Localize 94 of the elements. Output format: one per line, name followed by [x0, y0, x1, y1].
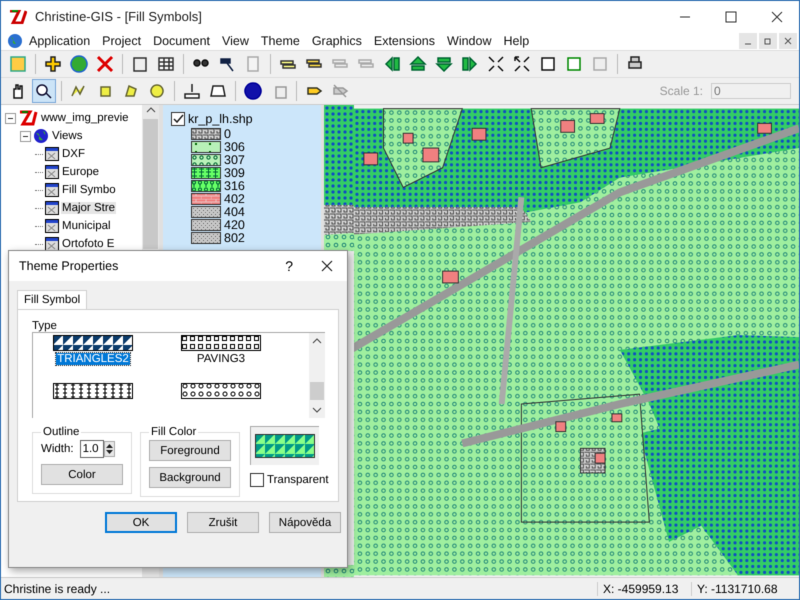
- color-button[interactable]: Foreground: [149, 440, 231, 461]
- symbol-name[interactable]: TRIANGLES2: [56, 353, 130, 365]
- legend-label: 316: [224, 178, 245, 192]
- legend-label: 802: [224, 230, 245, 244]
- width-field[interactable]: 1.0: [80, 440, 104, 458]
- legend-label: 402: [224, 192, 245, 206]
- fill-swatch-icon: [191, 180, 221, 192]
- tree-item[interactable]: www_img_previe: [40, 112, 130, 124]
- y-coordinate: Y: -1131710.68: [691, 582, 785, 596]
- fill-swatch-icon: [191, 154, 221, 166]
- dialog-button[interactable]: Zrušit: [187, 512, 259, 533]
- globe-icon: [7, 33, 23, 49]
- globe-icon[interactable]: [68, 53, 90, 75]
- color-button[interactable]: Background: [149, 467, 231, 488]
- color-button[interactable]: Color: [41, 464, 123, 485]
- menu-item[interactable]: Help: [497, 34, 536, 48]
- app-logo-icon: [9, 10, 27, 24]
- cross-icon[interactable]: [94, 53, 116, 75]
- scroll-up-icon[interactable]: [146, 105, 156, 115]
- spin-buttons[interactable]: [104, 441, 115, 457]
- tree-item[interactable]: DXF: [61, 148, 86, 160]
- menu-item[interactable]: Window: [441, 34, 498, 48]
- scroll-thumb[interactable]: [143, 119, 158, 249]
- menu-item[interactable]: Extensions: [368, 34, 442, 48]
- tree-item[interactable]: Major Stre: [61, 202, 116, 214]
- legend-label: 420: [224, 218, 245, 232]
- layer-checkbox[interactable]: [171, 112, 185, 126]
- type-label: Type: [32, 320, 58, 332]
- tree-item[interactable]: Views: [51, 130, 84, 142]
- x-coordinate: X: -459959.13: [597, 582, 691, 596]
- status-message: Christine is ready ...: [3, 582, 112, 596]
- globe-icon: [33, 128, 49, 144]
- view-window-icon: [45, 183, 59, 197]
- mdi-restore-button[interactable]: [759, 33, 777, 49]
- close-icon[interactable]: [771, 10, 783, 22]
- scroll-up-icon[interactable]: [312, 337, 322, 345]
- menu-item[interactable]: Application: [23, 34, 96, 48]
- fill-pattern-icon[interactable]: [181, 335, 261, 351]
- dialog-button[interactable]: Nápověda: [269, 512, 341, 533]
- dialog-title: Theme Properties: [19, 259, 118, 273]
- symbol-name[interactable]: PAVING3: [196, 353, 246, 365]
- menu-item[interactable]: Graphics: [306, 34, 368, 48]
- fill-swatch-icon: [191, 192, 221, 204]
- view-window-icon: [45, 201, 59, 215]
- fill-pattern-icon[interactable]: [181, 383, 261, 399]
- close-icon[interactable]: [784, 37, 792, 45]
- checkbox-label: Transparent: [267, 474, 329, 486]
- fill-swatch-icon: [191, 232, 221, 244]
- fill-preview-icon: [255, 434, 315, 458]
- fill-swatch-icon: [191, 128, 221, 140]
- tree-item[interactable]: Fill Symbo: [61, 184, 117, 196]
- legend-label: 404: [224, 204, 245, 218]
- legend-label: 307: [224, 152, 245, 166]
- tab[interactable]: Fill Symbol: [17, 290, 88, 309]
- fill-pattern-icon[interactable]: [53, 383, 133, 399]
- collapse-icon[interactable]: [5, 112, 16, 124]
- layer-name: kr_p_lh.shp: [188, 112, 253, 126]
- group-title: Outline: [42, 426, 80, 438]
- fill-swatch-icon: [191, 166, 221, 178]
- tree-item[interactable]: Municipal: [61, 220, 112, 232]
- view-window-icon: [45, 147, 59, 161]
- width-label: Width:: [41, 443, 74, 455]
- group-title: Fill Color: [150, 426, 198, 438]
- legend-label: 0: [224, 126, 231, 140]
- fill-swatch-icon: [191, 140, 221, 152]
- scale-label: Scale 1:: [660, 84, 703, 98]
- legend-label: 309: [224, 166, 245, 180]
- menu-item[interactable]: Project: [96, 34, 148, 48]
- menu-item[interactable]: Theme: [254, 34, 306, 48]
- mdi-minimize-button[interactable]: [739, 33, 757, 49]
- fill-swatch-icon: [191, 218, 221, 230]
- window-title: Christine-GIS - [Fill Symbols]: [35, 9, 202, 24]
- transparent-checkbox[interactable]: [250, 473, 264, 487]
- dialog-button[interactable]: OK: [105, 512, 177, 533]
- menu-item[interactable]: View: [216, 34, 255, 48]
- mdi-close-button[interactable]: [779, 33, 797, 49]
- close-icon[interactable]: [321, 260, 333, 272]
- collapse-icon[interactable]: [20, 130, 31, 142]
- menu-item[interactable]: Document: [147, 34, 216, 48]
- view-window-icon: [45, 219, 59, 233]
- restore-icon[interactable]: [764, 37, 772, 45]
- scroll-down-icon[interactable]: [312, 406, 322, 414]
- legend-label: 306: [224, 140, 245, 154]
- tree-item[interactable]: Europe: [61, 166, 100, 178]
- help-button[interactable]: ?: [285, 258, 293, 274]
- fill-pattern-icon[interactable]: [53, 335, 133, 351]
- view-window-icon: [45, 165, 59, 179]
- zoom-icon[interactable]: [33, 80, 55, 102]
- fill-swatch-icon: [191, 206, 221, 218]
- scroll-thumb[interactable]: [310, 382, 324, 400]
- scrollbar[interactable]: [309, 333, 325, 418]
- maximize-icon[interactable]: [725, 10, 737, 22]
- tree-item[interactable]: Ortofoto E: [61, 238, 116, 250]
- project-logo-icon: [18, 110, 38, 126]
